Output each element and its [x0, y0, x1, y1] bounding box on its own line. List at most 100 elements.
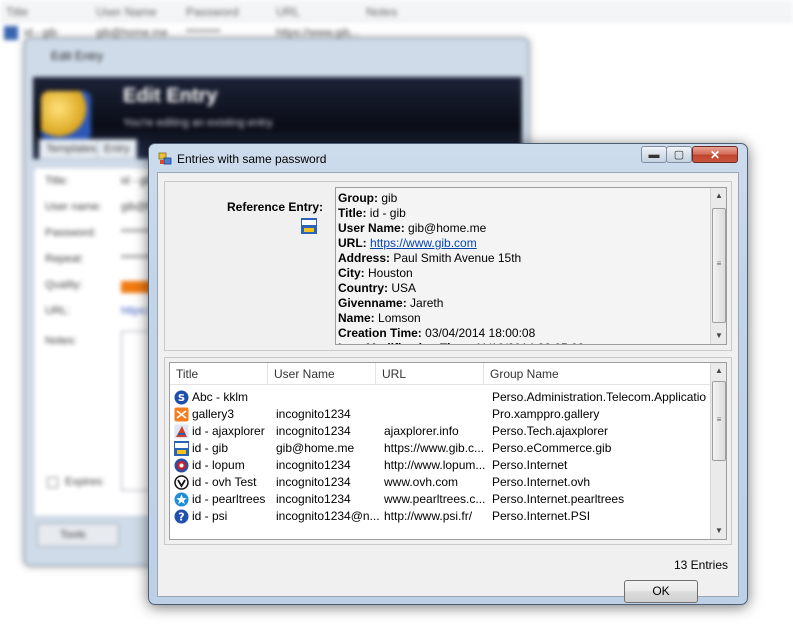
tools-button: Tools [37, 523, 119, 547]
entry-group-name: Perso.eCommerce.gib [492, 441, 612, 455]
reference-field-value: id - gib [369, 206, 406, 220]
reference-field-key: Givenname: [338, 296, 407, 310]
column-header-group-name[interactable]: Group Name [484, 363, 710, 385]
reference-field-key: Creation Time: [338, 326, 422, 340]
entry-title-text: id - ajaxplorer [192, 424, 265, 438]
entry-url [384, 389, 488, 406]
entries-list[interactable]: Title User Name URL Group Name S Abc - kk… [169, 362, 727, 540]
table-row[interactable]: S Abc - kklm Perso.Administration.Telecom.… [170, 389, 710, 406]
bg-label: Password: [45, 227, 97, 239]
reference-scrollbar[interactable]: ▲ ≡ ▼ [710, 188, 726, 344]
entry-title-text: id - psi [192, 509, 228, 523]
bg-label: Repeat: [45, 253, 84, 265]
scroll-thumb[interactable]: ≡ [712, 381, 726, 461]
minimize-button[interactable]: ▬ [641, 146, 667, 163]
list-scrollbar[interactable]: ▲ ≡ ▼ [710, 363, 726, 539]
edit-entry-title: Edit Entry [51, 49, 104, 63]
entry-title: id - lopum [174, 457, 272, 474]
reference-entry-fields: Group: gib Title: id - gib User Name: gib@… [338, 191, 584, 344]
reference-field-value: 03/04/2014 18:00:08 [425, 326, 536, 340]
entry-title-text: gallery3 [192, 407, 235, 421]
tab-templates: Templates [39, 139, 104, 159]
reference-field: Last Modification Time: 11/10/2014 22:05… [338, 341, 584, 344]
entry-title: id - pearltrees [174, 491, 272, 508]
bg-col-url: URL [276, 5, 301, 19]
close-button[interactable]: ✕ [692, 146, 738, 163]
reference-entry-label: Reference Entry: [227, 200, 324, 214]
tab-entry: Entry [97, 139, 137, 159]
table-row[interactable]: gallery3 incognito1234 Pro.xamppro.gallery [170, 406, 710, 423]
reference-field: Givenname: Jareth [338, 296, 584, 311]
gib-icon [301, 218, 317, 234]
scroll-up-arrow-icon[interactable]: ▲ [711, 188, 726, 204]
entry-url: http://www.lopum... [384, 458, 486, 472]
reference-field-key: Address: [338, 251, 391, 265]
dialog-client-area: Reference Entry: Group: gib Title: id - g… [157, 172, 739, 603]
entry-user-name: incognito1234 [276, 492, 351, 506]
entry-group-name: Perso.Administration.Telecom.Application… [492, 390, 706, 404]
reference-url-link[interactable]: https://www.gib.com [370, 236, 477, 250]
entry-url: www.pearltrees.c... [384, 492, 486, 506]
reference-field-value: Jareth [410, 296, 444, 310]
entry-title: id - gib [174, 440, 272, 457]
reference-entry-panel: Reference Entry: Group: gib Title: id - g… [164, 181, 732, 351]
bg-label: Title: [45, 175, 69, 187]
reference-entry-details[interactable]: Group: gib Title: id - gib User Name: gib@… [335, 187, 727, 345]
table-row[interactable]: id - lopum incognito1234 http://www.lopum.… [170, 457, 710, 474]
table-row[interactable]: ? id - psi incognito1234@n... http://www.ps… [170, 508, 710, 525]
table-row[interactable]: id - pearltrees incognito1234 www.pearltre… [170, 491, 710, 508]
entry-title-text: id - lopum [192, 458, 245, 472]
entries-same-password-dialog: Entries with same password ▬ ▢ ✕ Referen… [148, 143, 748, 605]
entries-count: 13 Entries [673, 558, 728, 572]
entry-group-name: Perso.Internet.PSI [492, 509, 591, 523]
entry-user-name: incognito1234 [276, 424, 351, 438]
entry-user-name: incognito1234 [276, 407, 351, 421]
reference-field-value: USA [391, 281, 417, 295]
scroll-thumb[interactable]: ≡ [712, 208, 726, 323]
reference-field: Country: USA [338, 281, 584, 296]
table-row[interactable]: id - gib gib@home.me https://www.gib.c... P… [170, 440, 710, 457]
entry-group-name: Perso.Internet.ovh [492, 475, 591, 489]
scroll-down-arrow-icon[interactable]: ▼ [711, 328, 726, 344]
reference-field: City: Houston [338, 266, 584, 281]
dialog-title: Entries with same password [177, 152, 327, 166]
bg-label: Quality: [45, 279, 83, 291]
bg-col-user: User Name [96, 5, 157, 19]
reference-field-value: 11/10/2014 22:05:08 [475, 341, 584, 344]
entry-user-name: incognito1234@n... [276, 509, 380, 523]
table-row[interactable]: id - ajaxplorer incognito1234 ajaxplorer.i… [170, 423, 710, 440]
column-header-user-name[interactable]: User Name [268, 363, 376, 385]
entry-title-text: id - gib [192, 441, 229, 455]
bg-label: User name: [45, 201, 102, 213]
entry-user-name: gib@home.me [276, 441, 355, 455]
bg-label: Notes: [45, 335, 77, 347]
entry-url: ajaxplorer.info [384, 424, 459, 438]
reference-field: Name: Lomson [338, 311, 584, 326]
entry-url: www.ovh.com [384, 475, 459, 489]
entry-url [384, 406, 488, 423]
entry-title-text: Abc - kklm [192, 390, 249, 404]
banner-subtitle: You're editing an existing entry. [123, 117, 275, 129]
maximize-button[interactable]: ▢ [666, 146, 692, 163]
reference-field-value: gib [381, 191, 398, 205]
expires-checkbox [47, 477, 58, 488]
entry-url: https://www.gib.c... [384, 441, 485, 455]
key-icon [4, 26, 18, 40]
column-header-title[interactable]: Title [170, 363, 268, 385]
close-icon: ✕ [709, 148, 721, 162]
scroll-down-arrow-icon[interactable]: ▼ [711, 523, 726, 539]
entries-list-panel: Title User Name URL Group Name S Abc - kk… [164, 357, 732, 545]
entry-title: Abc - kklm [174, 389, 272, 406]
reference-field: Address: Paul Smith Avenue 15th [338, 251, 584, 266]
entry-url: http://www.psi.fr/ [384, 509, 473, 523]
scroll-up-arrow-icon[interactable]: ▲ [711, 363, 726, 379]
table-row[interactable]: id - ovh Test incognito1234 www.ovh.com Per… [170, 474, 710, 491]
entry-title-text: id - ovh Test [192, 475, 257, 489]
ok-button[interactable]: OK [624, 580, 698, 603]
expires-label: Expires: [65, 476, 105, 488]
reference-field-value: Houston [368, 266, 413, 280]
entry-group-name: Pro.xamppro.gallery [492, 407, 600, 421]
reference-field-key: Title: [338, 206, 367, 220]
entry-title: id - psi [174, 508, 272, 525]
column-header-url[interactable]: URL [376, 363, 484, 385]
